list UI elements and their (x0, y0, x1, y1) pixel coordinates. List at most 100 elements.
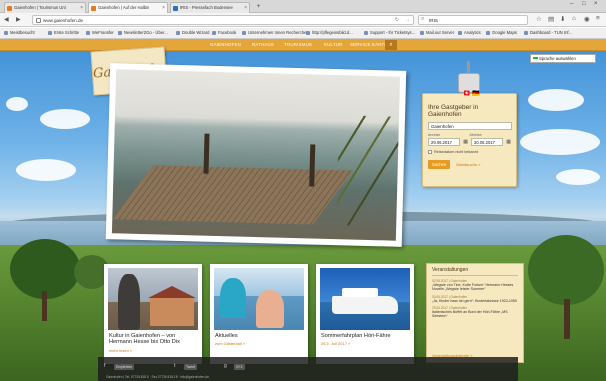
minimize-icon[interactable]: – (570, 1, 573, 7)
tree (528, 235, 604, 305)
close-tab-icon[interactable]: × (80, 5, 83, 11)
bookmark-item[interactable]: Meistbesucht (4, 30, 35, 35)
menu-item-tourismus[interactable]: TOURISMUS (284, 42, 312, 47)
tree-trunk (564, 299, 570, 339)
calendar-icon[interactable]: ▦ (463, 139, 468, 146)
bookmark-item[interactable]: Analytics (458, 30, 481, 35)
event-item[interactable]: 30.06.2017 | Gaienhofen „Ja, Kinder hass… (432, 295, 518, 303)
pier (113, 165, 353, 225)
departure-label: Abreise (469, 133, 482, 137)
gplus-button[interactable]: G+1 (234, 364, 245, 370)
menu-item-kultur[interactable]: KULTUR (324, 42, 342, 47)
card-kultur[interactable]: Kultur in Gaienhofen – von Hermann Hesse… (104, 264, 202, 364)
browser-tab-2[interactable]: Gaienhofen | Auf der Halbin × (88, 2, 168, 13)
reeds (336, 115, 400, 227)
tree-trunk (42, 291, 47, 321)
close-tab-icon[interactable]: × (244, 5, 247, 11)
close-tab-icon[interactable]: × (162, 5, 165, 11)
arrival-field[interactable]: 29.06.2017 (428, 138, 461, 146)
cloud (16, 159, 76, 181)
card-faehre[interactable]: Sommerfahrplan Höri-Fähre 26.5. Juli 201… (316, 264, 414, 364)
search-bar[interactable]: ⌕ IRIS (418, 15, 528, 25)
browser-tab-3[interactable]: IRIS - Pressefach Bodensee × (170, 2, 250, 13)
url-bar[interactable]: www.gaienhofen.de ↻ → (32, 15, 414, 25)
maximize-icon[interactable]: □ (582, 1, 586, 7)
favicon-icon (7, 6, 12, 11)
bookmark-item[interactable]: Erste Schritte (48, 30, 79, 35)
event-text[interactable]: Italienisches Buffet an Bord der Höri-Fä… (432, 310, 518, 319)
card-image[interactable] (214, 268, 304, 330)
flexible-date-label: Reisedatum nicht bekannt (434, 150, 478, 154)
tab-label: Gaienhofen | Auf der Halbin (98, 5, 150, 10)
menu-item-service[interactable]: SERVICE (350, 42, 371, 47)
forward-icon[interactable]: ▶ (16, 16, 21, 23)
host-search-box: 🇨🇭 🇩🇪 Ihre Gastgeber in Gaienhofen Gaien… (422, 91, 517, 187)
addon-icon[interactable]: ◉ (584, 15, 590, 23)
tweet-button[interactable]: Tweet (184, 364, 198, 370)
bookmark-item[interactable]: http://pflegeinsbild.d... (306, 30, 353, 35)
close-window-icon[interactable]: × (594, 1, 598, 7)
bookmark-item[interactable]: Newsletter2Go - Über... (118, 30, 168, 35)
bookmark-item[interactable]: WeFransfer (86, 30, 114, 35)
twitter-icon[interactable]: t (174, 363, 175, 369)
calendar-icon[interactable]: ▦ (506, 139, 511, 146)
event-item[interactable]: 02.06.2017 | Gaienhofen „Wegwie von Tine… (432, 279, 518, 292)
cloud (6, 97, 28, 111)
pier-post (203, 133, 210, 174)
site-footer: f Empfehlen t Tweet g G+1 Gaienhofen | T… (98, 357, 518, 381)
go-icon[interactable]: → (405, 17, 410, 23)
card-more-link[interactable]: mehr lesen » (109, 348, 132, 353)
site-info-icon[interactable] (36, 18, 41, 23)
card-title[interactable]: Sommerfahrplan Höri-Fähre (321, 333, 411, 339)
favicon-icon (173, 6, 178, 11)
search-text: IRIS (429, 18, 438, 23)
menu-item-gaienhofen[interactable]: GAIENHOFEN (210, 42, 241, 47)
facebook-icon[interactable]: f (104, 363, 105, 369)
events-box: Veranstaltungen 02.06.2017 | Gaienhofen … (426, 263, 524, 363)
star-icon[interactable]: ☆ (536, 15, 542, 23)
download-icon[interactable]: ⬇ (560, 15, 565, 23)
bookmark-item[interactable]: Google Maps (486, 30, 517, 35)
bookmark-item[interactable]: Support - Ihr Ticketsys... (364, 30, 415, 35)
bookmark-item[interactable]: Unternehmen Innen Recherche... (242, 30, 310, 35)
flexible-date-checkbox[interactable] (428, 150, 432, 154)
page-content: GAIENHOFEN RATHAUS TOURISMUS KULTUR SERV… (0, 39, 606, 381)
share-button[interactable]: Empfehlen (114, 364, 135, 370)
card-image[interactable] (320, 268, 410, 330)
hero-photo (105, 63, 407, 247)
card-title[interactable]: Kultur in Gaienhofen – von Hermann Hesse… (109, 333, 199, 346)
new-tab-button[interactable]: + (254, 3, 263, 11)
bookmark-item[interactable]: Dashboard - TUN Inf... (524, 30, 572, 35)
arrival-label: Anreise (428, 133, 441, 137)
tab-label: IRIS - Pressefach Bodensee (180, 5, 233, 10)
cloud (556, 169, 600, 185)
search-button[interactable]: Suchen (428, 160, 451, 169)
browser-tab-1[interactable]: Gaienhofen | Tourismus Unt × (4, 2, 86, 13)
googleplus-icon[interactable]: g (224, 363, 227, 369)
bookmark-item[interactable]: Double Wizard (176, 30, 209, 35)
bookmark-item[interactable]: Facebook (212, 30, 236, 35)
card-more-link[interactable]: 26.5. Juli 2017 » (321, 341, 350, 346)
advanced-search-link[interactable]: Detailsuche » (456, 162, 480, 167)
reload-icon[interactable]: ↻ (395, 17, 399, 23)
card-more-link[interactable]: zum Gästeblatt » (215, 341, 245, 346)
back-icon[interactable]: ◀ (4, 16, 9, 23)
card-image[interactable] (108, 268, 198, 330)
home-icon[interactable]: ⌂ (572, 15, 576, 22)
card-title[interactable]: Aktuelles (215, 333, 305, 339)
site-search-icon[interactable]: ⌕ (385, 40, 397, 50)
library-icon[interactable]: ▤ (548, 15, 554, 23)
menu-icon[interactable]: ≡ (596, 15, 600, 22)
departure-field[interactable]: 30.06.2017 (471, 138, 504, 146)
flag-icon (533, 57, 538, 61)
event-text[interactable]: „Wegwie von Tine, Kotte Fortum“ Hermann … (432, 283, 518, 292)
language-select[interactable]: Sprache auswählen (530, 54, 596, 63)
city-field[interactable]: Gaienhofen (428, 122, 512, 130)
card-aktuelles[interactable]: Aktuelles zum Gästeblatt » (210, 264, 308, 364)
bookmark-item[interactable]: Mail.out Server (420, 30, 454, 35)
event-text[interactable]: „Ja, Kinder hass ich gern“: Kindertabnis… (432, 299, 518, 303)
menu-item-rathaus[interactable]: RATHAUS (252, 42, 274, 47)
event-item[interactable]: 29.06.2017 | Gaienhofen Italienisches Bu… (432, 306, 518, 319)
favicon-icon (91, 6, 96, 11)
cloud (40, 109, 90, 129)
